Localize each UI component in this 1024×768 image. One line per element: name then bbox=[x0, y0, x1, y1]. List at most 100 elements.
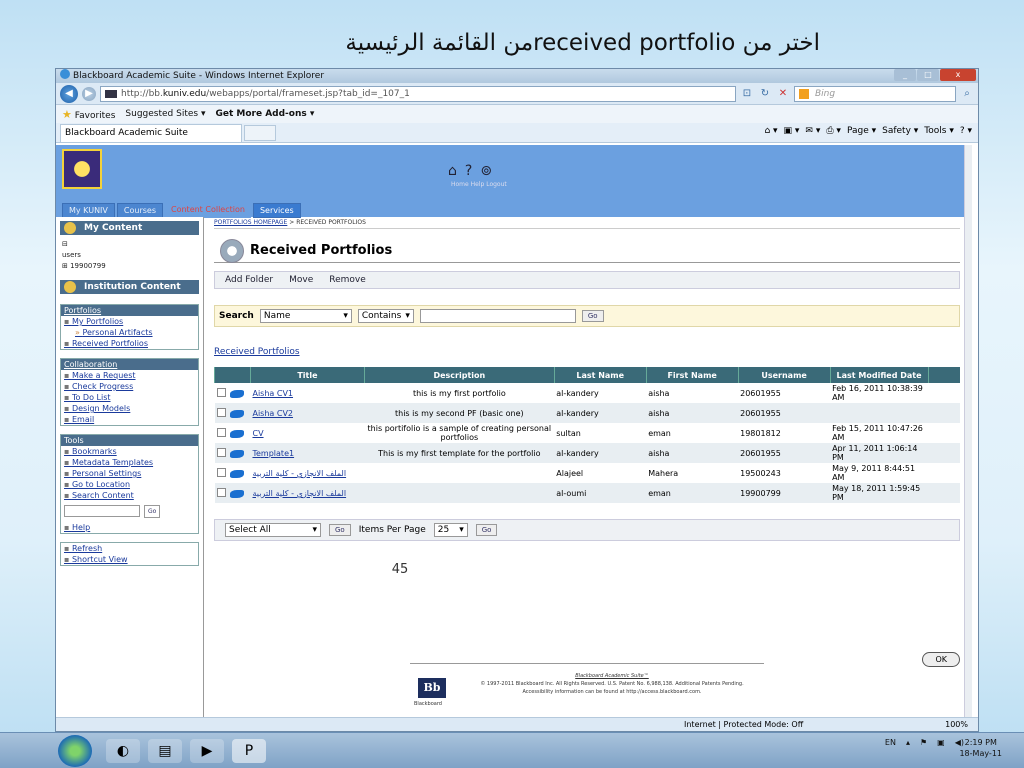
ie-taskbar-icon[interactable]: ◐ bbox=[106, 739, 140, 763]
tab-services[interactable]: Services bbox=[252, 203, 301, 218]
design-models-link[interactable]: Design Models bbox=[61, 403, 198, 414]
portfolios-heading[interactable]: Portfolios bbox=[61, 305, 198, 316]
ok-button[interactable]: OK bbox=[922, 652, 960, 667]
help-link[interactable]: Help bbox=[61, 522, 198, 533]
move-button[interactable]: Move bbox=[289, 275, 313, 285]
feeds-icon[interactable]: ▣ ▾ bbox=[784, 126, 800, 136]
footer-accessibility: Accessibility information can be found a… bbox=[522, 689, 702, 695]
row-checkbox[interactable] bbox=[216, 487, 226, 497]
select-go-button[interactable]: Go bbox=[329, 524, 351, 536]
stop-icon[interactable]: ✕ bbox=[776, 88, 790, 99]
search-field-select[interactable]: Name ▾ bbox=[259, 309, 352, 323]
powerpoint-taskbar-icon[interactable]: P bbox=[232, 739, 266, 763]
explorer-taskbar-icon[interactable]: ▤ bbox=[148, 739, 182, 763]
personal-artifacts-link[interactable]: Personal Artifacts bbox=[61, 327, 198, 338]
col-username[interactable]: Username bbox=[737, 367, 831, 383]
zoom-level[interactable]: 100% bbox=[945, 718, 968, 731]
my-portfolios-link[interactable]: My Portfolios bbox=[61, 316, 198, 327]
col-description[interactable]: Description bbox=[363, 367, 555, 383]
nav-go-button[interactable]: Go bbox=[144, 505, 161, 518]
tree-toggle[interactable]: ⊟ bbox=[62, 239, 197, 250]
received-portfolios-link[interactable]: Received Portfolios bbox=[214, 347, 960, 357]
bookmarks-link[interactable]: Bookmarks bbox=[61, 446, 198, 457]
row-checkbox[interactable] bbox=[216, 467, 226, 477]
make-request-link[interactable]: Make a Request bbox=[61, 370, 198, 381]
tree-users[interactable]: users bbox=[62, 250, 197, 261]
go-to-location-link[interactable]: Go to Location bbox=[61, 479, 198, 490]
row-title-link[interactable]: Template1 bbox=[252, 449, 294, 458]
compat-view-icon[interactable]: ⊡ bbox=[740, 88, 754, 99]
start-button[interactable] bbox=[58, 735, 92, 767]
search-operator-select[interactable]: Contains ▾ bbox=[357, 309, 414, 323]
row-checkbox[interactable] bbox=[216, 427, 226, 437]
tray-arrow-icon[interactable]: ▴ bbox=[906, 738, 910, 747]
restore-button[interactable]: □ bbox=[917, 69, 939, 81]
clock[interactable]: 2:19 PM 18-May-11 bbox=[959, 737, 1002, 759]
search-go-button[interactable]: Go bbox=[581, 310, 604, 322]
remove-button[interactable]: Remove bbox=[329, 275, 366, 285]
received-portfolios-link[interactable]: Received Portfolios bbox=[61, 338, 198, 349]
row-checkbox[interactable] bbox=[216, 407, 226, 417]
page-menu[interactable]: Page ▾ bbox=[847, 126, 876, 136]
print-icon[interactable]: ⎙ ▾ bbox=[826, 126, 841, 136]
get-addons-link[interactable]: Get More Add-ons ▾ bbox=[215, 109, 314, 119]
vertical-scrollbar[interactable] bbox=[964, 145, 972, 719]
search-icon[interactable]: ⌕ bbox=[960, 88, 974, 99]
language-indicator[interactable]: EN bbox=[885, 738, 896, 747]
address-field[interactable]: http://bb.kuniv.edu/webapps/portal/frame… bbox=[100, 85, 736, 102]
row-checkbox[interactable] bbox=[216, 387, 226, 397]
select-all-dropdown[interactable]: Select All ▾ bbox=[225, 523, 321, 537]
personal-settings-link[interactable]: Personal Settings bbox=[61, 468, 198, 479]
email-link[interactable]: Email bbox=[61, 414, 198, 425]
favorites-button[interactable]: ★ Favorites bbox=[62, 108, 115, 121]
tab-my-kuniv[interactable]: My KUNIV bbox=[62, 203, 115, 218]
mail-icon[interactable]: ✉ ▾ bbox=[805, 126, 820, 136]
home-icon[interactable]: ⌂ ▾ bbox=[764, 126, 777, 136]
todo-list-link[interactable]: To Do List bbox=[61, 392, 198, 403]
col-last-modified[interactable]: Last Modified Date bbox=[829, 367, 928, 383]
help-icon[interactable]: ? ▾ bbox=[960, 126, 972, 136]
refresh-link[interactable]: Refresh bbox=[61, 543, 198, 554]
add-folder-button[interactable]: Add Folder bbox=[225, 275, 273, 285]
items-per-page-select[interactable]: 25 ▾ bbox=[433, 523, 468, 537]
page-go-button[interactable]: Go bbox=[475, 524, 498, 536]
search-content-link[interactable]: Search Content bbox=[61, 490, 198, 501]
tab-courses[interactable]: Courses bbox=[116, 203, 163, 218]
col-last-name[interactable]: Last Name bbox=[553, 367, 647, 383]
footer-product-link[interactable]: Blackboard Academic Suite™ bbox=[460, 672, 764, 680]
home-icon[interactable]: ⌂ bbox=[448, 163, 457, 179]
safety-menu[interactable]: Safety ▾ bbox=[882, 126, 918, 136]
check-progress-link[interactable]: Check Progress bbox=[61, 381, 198, 392]
new-tab-button[interactable] bbox=[244, 124, 276, 141]
tools-menu[interactable]: Tools ▾ bbox=[924, 126, 954, 136]
row-checkbox[interactable] bbox=[216, 447, 226, 457]
minimize-button[interactable]: _ bbox=[894, 69, 916, 81]
metadata-templates-link[interactable]: Metadata Templates bbox=[61, 457, 198, 468]
close-button[interactable]: x bbox=[940, 69, 976, 81]
tab-content-collection[interactable]: Content Collection bbox=[165, 203, 251, 218]
collaboration-heading[interactable]: Collaboration bbox=[61, 359, 198, 370]
flag-icon[interactable]: ⚑ bbox=[920, 738, 927, 747]
row-title-link[interactable]: CV bbox=[252, 429, 263, 438]
refresh-icon[interactable]: ↻ bbox=[758, 88, 772, 99]
row-title-link[interactable]: Aisha CV2 bbox=[252, 409, 293, 418]
row-title-link[interactable]: الملف الانجازي - كلية التربية bbox=[252, 489, 346, 498]
search-input[interactable] bbox=[419, 309, 576, 323]
help-icon[interactable]: ? bbox=[465, 163, 472, 179]
suggested-sites-link[interactable]: Suggested Sites ▾ bbox=[125, 109, 205, 119]
logout-icon[interactable]: ⊚ bbox=[480, 163, 492, 179]
row-title-link[interactable]: Aisha CV1 bbox=[252, 389, 293, 398]
forward-arrow-icon[interactable]: ▶ bbox=[82, 86, 96, 101]
row-title-link[interactable]: الملف الانجازي - كلية التربية bbox=[252, 469, 346, 478]
network-icon[interactable]: ▣ bbox=[937, 738, 945, 747]
nav-search-input[interactable] bbox=[64, 505, 140, 517]
browser-tab-active[interactable]: Blackboard Academic Suite bbox=[60, 123, 242, 142]
breadcrumb-home[interactable]: PORTFOLIOS HOMEPAGE bbox=[214, 219, 287, 226]
back-arrow-icon[interactable]: ◀ bbox=[60, 84, 78, 103]
search-field[interactable]: Bing bbox=[794, 85, 956, 102]
col-first-name[interactable]: First Name bbox=[645, 367, 739, 383]
media-taskbar-icon[interactable]: ▶ bbox=[190, 739, 224, 763]
select-column[interactable] bbox=[214, 367, 251, 383]
tree-user-folder[interactable]: ⊞ 19900799 bbox=[62, 261, 197, 272]
col-title[interactable]: Title bbox=[249, 367, 365, 383]
